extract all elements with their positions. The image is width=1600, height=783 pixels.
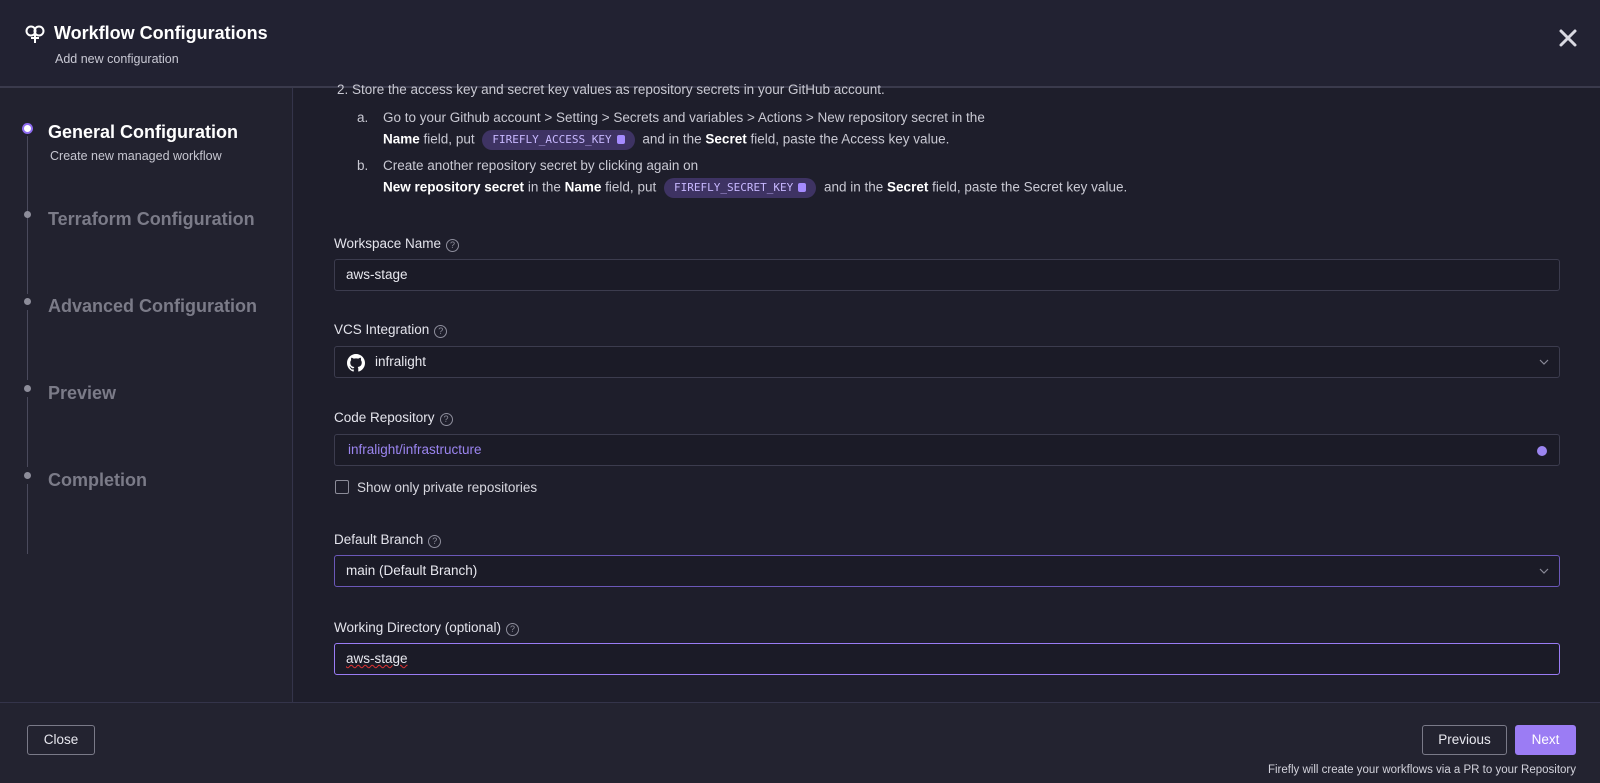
instruction-text: field, paste the Secret key value. xyxy=(932,179,1128,195)
step-preview[interactable]: Preview xyxy=(48,383,116,404)
close-icon[interactable] xyxy=(1556,26,1580,50)
workspace-name-label: Workspace Name? xyxy=(334,236,460,252)
instruction-text: field, put xyxy=(605,179,657,195)
help-circle-icon[interactable]: ? xyxy=(446,239,460,252)
step-connector xyxy=(27,310,28,380)
chevron-down-icon xyxy=(1539,359,1549,365)
vcs-integration-label: VCS Integration? xyxy=(334,322,448,338)
secret-emphasis: Secret xyxy=(705,131,747,147)
step-indicator xyxy=(24,298,31,305)
instruction-marker-a: a. xyxy=(357,110,369,125)
working-directory-input[interactable]: aws-stage xyxy=(334,643,1560,675)
help-circle-icon[interactable]: ? xyxy=(434,325,448,338)
default-branch-select[interactable]: main (Default Branch) xyxy=(334,555,1560,587)
modal-footer: Close Previous Next Firefly will create … xyxy=(0,702,1600,783)
workspace-name-label-text: Workspace Name xyxy=(334,236,442,251)
step-general-configuration[interactable]: General Configuration xyxy=(48,122,238,143)
step-indicator xyxy=(24,211,31,218)
modal-title: Workflow Configurations xyxy=(54,23,268,43)
previous-button[interactable]: Previous xyxy=(1422,725,1507,755)
name-emphasis: Name xyxy=(383,131,420,147)
instruction-text: and in the xyxy=(823,179,884,195)
instruction-step-2: 2. Store the access key and secret key v… xyxy=(337,82,885,97)
step-completion[interactable]: Completion xyxy=(48,470,147,491)
code-repository-label: Code Repository? xyxy=(334,410,453,426)
step-indicator-active xyxy=(22,123,33,134)
firefly-logo-icon xyxy=(25,25,45,43)
help-circle-icon[interactable]: ? xyxy=(506,623,520,636)
step-connector xyxy=(27,484,28,554)
step-indicator xyxy=(24,472,31,479)
workspace-name-value: aws-stage xyxy=(346,267,408,282)
instruction-text: in the xyxy=(527,179,561,195)
instruction-marker-b: b. xyxy=(357,158,369,173)
workspace-name-input[interactable]: aws-stage xyxy=(334,259,1560,291)
code-repository-select[interactable]: infralight/infrastructure xyxy=(334,434,1560,466)
secret-emphasis: Secret xyxy=(887,179,929,195)
default-branch-label-text: Default Branch xyxy=(334,532,424,547)
step-terraform-configuration[interactable]: Terraform Configuration xyxy=(48,209,255,230)
close-button[interactable]: Close xyxy=(27,725,95,755)
modal-header: Workflow Configurations Add new configur… xyxy=(0,0,1600,88)
footer-note: Firefly will create your workflows via a… xyxy=(1267,764,1576,776)
code-repository-label-text: Code Repository xyxy=(334,410,435,425)
vcs-integration-label-text: VCS Integration xyxy=(334,322,430,337)
steps-sidebar: General Configuration Create new managed… xyxy=(0,88,293,702)
working-directory-label: Working Directory (optional)? xyxy=(334,620,520,636)
working-directory-label-text: Working Directory (optional) xyxy=(334,620,502,635)
working-directory-value: aws-stage xyxy=(346,651,408,666)
step-connector xyxy=(27,397,28,467)
step-advanced-configuration[interactable]: Advanced Configuration xyxy=(48,296,257,317)
private-repos-label: Show only private repositories xyxy=(357,480,538,495)
instruction-b-line2: New repository secret in the Name field,… xyxy=(383,178,1127,198)
default-branch-label: Default Branch? xyxy=(334,532,442,548)
instruction-text: field, put xyxy=(423,131,475,147)
chevron-down-icon xyxy=(1539,568,1549,574)
name-emphasis: Name xyxy=(564,179,602,195)
secret-key-pill[interactable]: FIREFLY_SECRET_KEY xyxy=(663,178,817,198)
secret-key-pill-label: FIREFLY_SECRET_KEY xyxy=(673,181,794,194)
step-subtitle: Create new managed workflow xyxy=(50,149,222,163)
instruction-text: and in the xyxy=(642,131,702,147)
help-circle-icon[interactable]: ? xyxy=(428,535,442,548)
modal-subtitle: Add new configuration xyxy=(55,52,179,66)
instruction-a-line2: Name field, put FIREFLY_ACCESS_KEY and i… xyxy=(383,130,949,150)
default-branch-value: main (Default Branch) xyxy=(346,563,478,578)
access-key-pill-label: FIREFLY_ACCESS_KEY xyxy=(492,133,612,146)
step-indicator xyxy=(24,385,31,392)
vcs-integration-select[interactable]: infralight xyxy=(334,346,1560,378)
instruction-a-line1: Go to your Github account > Setting > Se… xyxy=(383,110,985,125)
access-key-pill[interactable]: FIREFLY_ACCESS_KEY xyxy=(482,130,635,150)
clear-selection-icon[interactable] xyxy=(1537,446,1547,456)
instruction-b-line1: Create another repository secret by clic… xyxy=(383,158,699,173)
copy-icon[interactable] xyxy=(798,183,807,192)
vcs-integration-value: infralight xyxy=(375,354,427,369)
github-icon xyxy=(347,354,365,372)
copy-icon[interactable] xyxy=(616,135,625,144)
next-button[interactable]: Next xyxy=(1515,725,1576,755)
new-repo-secret-emphasis: New repository secret xyxy=(383,179,525,195)
code-repository-value: infralight/infrastructure xyxy=(348,442,482,457)
instruction-text: field, paste the Access key value. xyxy=(750,131,950,147)
private-repos-checkbox[interactable] xyxy=(335,480,349,494)
help-circle-icon[interactable]: ? xyxy=(439,413,453,426)
